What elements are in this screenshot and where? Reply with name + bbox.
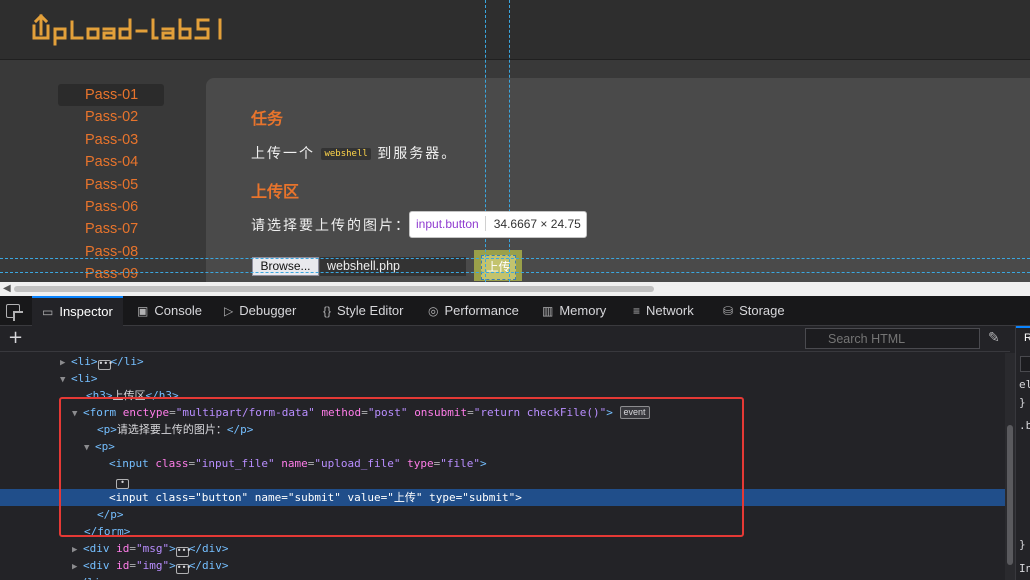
inspector-icon: ▭ — [42, 305, 54, 319]
tooltip-dimensions: 34.6667 × 24.75 — [493, 217, 581, 231]
memory-icon: ▥ — [542, 304, 554, 318]
level-sidebar: Pass-01 Pass-02 Pass-03 Pass-04 Pass-05 … — [58, 84, 168, 282]
upload-heading: 上传区 — [251, 182, 300, 201]
markup-node[interactable]: <input class="input_file" name="upload_f… — [0, 455, 1005, 472]
element-picker-icon[interactable] — [6, 304, 23, 321]
rule-text: } — [1019, 396, 1026, 409]
markup-node[interactable]: ▼ <li> — [0, 370, 1005, 387]
markup-node[interactable]: <h3>上传区</h3> — [0, 387, 1005, 404]
eyedropper-icon[interactable]: ✎ — [988, 330, 1000, 346]
markup-node[interactable]: ▼ <p> — [0, 438, 1005, 455]
gauge-icon: ◎ — [428, 304, 439, 318]
search-html-input[interactable] — [805, 328, 980, 349]
sidebar-item-pass-04[interactable]: Pass-04 — [58, 151, 168, 173]
markup-node[interactable]: </li> — [0, 574, 1005, 580]
scroll-left-icon[interactable]: ◀ — [3, 282, 11, 296]
braces-icon: {} — [323, 304, 332, 318]
tab-network[interactable]: ≡ Network — [633, 296, 694, 326]
scrollbar-thumb[interactable] — [14, 286, 654, 292]
markup-node[interactable]: ▶ <div id="msg">•••</div> — [0, 540, 1005, 557]
tab-performance[interactable]: ◎ Performance — [428, 296, 519, 326]
rule-text: } — [1019, 538, 1026, 551]
element-info-tooltip: input.button 34.6667 × 24.75 — [409, 211, 587, 238]
task-code: webshell — [321, 148, 371, 160]
tab-inspector[interactable]: ▭ Inspector — [32, 296, 123, 326]
sidebar-item-pass-07[interactable]: Pass-07 — [58, 218, 168, 240]
rules-filter-input[interactable] — [1020, 356, 1030, 372]
tooltip-selector: input.button — [416, 217, 479, 231]
markup-node-form[interactable]: ▼ <form enctype="multipart/form-data" met… — [0, 404, 1005, 421]
tab-memory[interactable]: ▥ Memory — [542, 296, 606, 326]
scrollbar-thumb[interactable] — [1007, 425, 1013, 565]
whitespace-node-icon[interactable]: • — [116, 479, 129, 489]
tab-debugger[interactable]: ▷ Debugger — [224, 296, 296, 326]
collapsed-content-icon[interactable]: ••• — [175, 547, 191, 557]
upload-prompt: 请选择要上传的图片： — [251, 218, 411, 234]
devtools-toolbar: ▭ Inspector ▣ Console ▷ Debugger {} Style Ed… — [0, 296, 1030, 326]
rule-text: .b — [1019, 419, 1030, 432]
tab-console[interactable]: ▣ Console — [137, 296, 202, 326]
sidebar-item-pass-06[interactable]: Pass-06 — [58, 196, 168, 218]
rules-panel: R el } .b } In — [1015, 326, 1030, 580]
rule-text: In — [1019, 562, 1030, 575]
markup-view[interactable]: ▶ <li>•••</li> ▼ <li> <h3>上传区</h3> ▼ <form … — [0, 353, 1005, 580]
event-badge[interactable]: event — [619, 406, 650, 419]
sidebar-item-pass-03[interactable]: Pass-03 — [58, 129, 168, 151]
site-logo — [32, 13, 222, 46]
page-viewport: Pass-01 Pass-02 Pass-03 Pass-04 Pass-05 … — [0, 0, 1030, 282]
tab-storage[interactable]: ⛁ Storage — [723, 296, 785, 326]
task-heading: 任务 — [251, 109, 284, 128]
task-text-before: 上传一个 — [251, 146, 315, 162]
page-horizontal-scrollbar[interactable]: ◀ — [0, 282, 1030, 296]
sidebar-item-pass-01[interactable]: Pass-01 — [58, 84, 164, 107]
markup-node[interactable]: </form> — [0, 523, 1005, 540]
collapsed-content-icon[interactable]: ••• — [175, 564, 191, 574]
markup-node[interactable]: </p> — [0, 506, 1005, 523]
inspector-toolbar: + ✎ — [0, 326, 1010, 352]
site-header — [0, 0, 1030, 60]
console-icon: ▣ — [137, 304, 149, 318]
content-panel — [206, 78, 1030, 282]
tab-rules[interactable]: R — [1016, 326, 1030, 352]
markup-node-selected[interactable]: <input class="button" name="submit" valu… — [0, 489, 1005, 506]
sidebar-item-pass-08[interactable]: Pass-08 — [58, 241, 168, 263]
markup-node[interactable]: <p>请选择要上传的图片：</p> — [0, 421, 1005, 438]
browse-button[interactable]: Browse... — [252, 257, 319, 276]
storage-icon: ⛁ — [723, 304, 734, 318]
guide-line-vertical — [485, 0, 486, 282]
sidebar-item-pass-02[interactable]: Pass-02 — [58, 106, 168, 128]
markup-node[interactable]: • — [0, 472, 1005, 489]
task-description: 上传一个 webshell 到服务器。 — [251, 143, 457, 163]
selected-file-name: webshell.php — [320, 257, 466, 276]
markup-node[interactable]: ▶ <div id="img">•••</div> — [0, 557, 1005, 574]
debugger-icon: ▷ — [224, 304, 234, 318]
devtools-panel: ▭ Inspector ▣ Console ▷ Debugger {} Style Ed… — [0, 296, 1030, 580]
guide-line-horizontal — [0, 258, 1030, 259]
collapsed-content-icon[interactable]: ••• — [97, 360, 113, 370]
guide-line-vertical — [509, 0, 510, 282]
add-node-icon[interactable]: + — [8, 327, 23, 349]
network-icon: ≡ — [633, 304, 641, 318]
sidebar-item-pass-05[interactable]: Pass-05 — [58, 174, 168, 196]
tab-style-editor[interactable]: {} Style Editor — [323, 296, 404, 326]
markup-node[interactable]: ▶ <li>•••</li> — [0, 353, 1005, 370]
task-text-after: 到服务器。 — [377, 146, 458, 162]
markup-vertical-scrollbar[interactable] — [1005, 353, 1015, 580]
guide-line-horizontal — [0, 272, 1030, 273]
rule-text: el — [1019, 378, 1030, 391]
